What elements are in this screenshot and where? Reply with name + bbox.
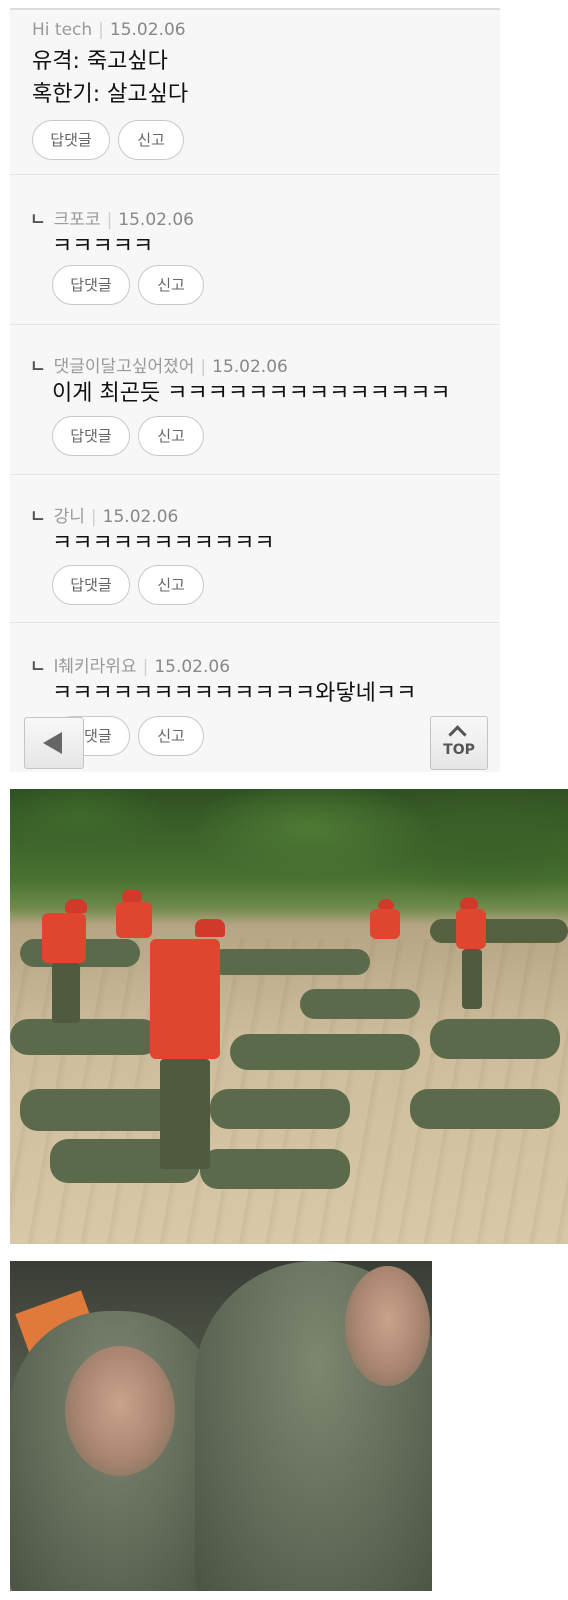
meta-divider: | (90, 507, 97, 527)
red-shirt (370, 909, 400, 939)
scroll-top-label: TOP (443, 742, 475, 758)
comment-meta: ㄴ 강니 | 15.02.06 (30, 502, 178, 527)
red-cap (378, 899, 394, 909)
red-shirt (456, 909, 486, 949)
comment-meta: ㄴ 댓글이달고싶어졌어 | 15.02.06 (30, 352, 288, 377)
comment-date: 15.02.06 (102, 507, 179, 527)
report-button[interactable]: 신고 (138, 565, 204, 605)
comment-author[interactable]: 강니 (54, 507, 85, 527)
comment-meta: Hi tech | 15.02.06 (32, 20, 186, 40)
standing-soldiers-row (430, 919, 568, 943)
training-field-photo (10, 789, 568, 1244)
report-button[interactable]: 신고 (138, 716, 204, 756)
camo-pants (160, 1059, 210, 1169)
comment-text: ㅋㅋㅋㅋㅋ (52, 234, 154, 259)
back-arrow-icon (43, 732, 62, 754)
comment-date: 15.02.06 (109, 20, 186, 40)
comment-thread: Hi tech | 15.02.06 유격: 죽고싶다 혹한기: 살고싶다 답댓글 … (10, 8, 500, 772)
comment-item: ㄴ 강니 | 15.02.06 ㅋㅋㅋㅋㅋㅋㅋㅋㅋㅋㅋ 답댓글 신고 (10, 475, 500, 623)
reply-indicator-icon: ㄴ (30, 657, 46, 677)
comment-author[interactable]: Hi tech (32, 20, 92, 40)
lying-soldier (210, 1089, 350, 1129)
reply-button[interactable]: 답댓글 (52, 416, 130, 456)
back-button[interactable] (24, 717, 84, 769)
red-cap (122, 889, 142, 902)
sleeping-bag-photo (10, 1261, 432, 1591)
lying-soldier (200, 1149, 350, 1189)
reply-indicator-icon: ㄴ (30, 210, 46, 230)
comment-text: ㅋㅋㅋㅋㅋㅋㅋㅋㅋㅋㅋㅋㅋ와닿네ㅋㅋ (52, 681, 417, 706)
lying-soldier (210, 949, 370, 975)
comment-date: 15.02.06 (118, 210, 194, 230)
lying-soldier (230, 1034, 420, 1070)
report-button[interactable]: 신고 (138, 265, 204, 305)
red-shirt (42, 913, 86, 963)
comment-text: 혹한기: 살고싶다 (32, 82, 189, 107)
comment-item: ㄴ 크포코 | 15.02.06 ㅋㅋㅋㅋㅋ 답댓글 신고 (10, 175, 500, 325)
meta-divider: | (200, 357, 207, 377)
red-cap (195, 919, 225, 937)
lying-soldier (10, 1019, 160, 1055)
comment-date: 15.02.06 (154, 657, 231, 677)
reply-button[interactable]: 답댓글 (52, 565, 130, 605)
comment-item: Hi tech | 15.02.06 유격: 죽고싶다 혹한기: 살고싶다 답댓글 … (10, 10, 500, 175)
comment-author[interactable]: 댓글이달고싶어졌어 (54, 357, 195, 377)
comment-text: 유격: 죽고싶다 (32, 49, 168, 74)
reply-indicator-icon: ㄴ (30, 507, 46, 527)
sleeping-face-left (65, 1346, 175, 1476)
sleeping-face-right (345, 1266, 430, 1386)
comment-author[interactable]: 크포코 (54, 210, 101, 230)
red-shirt (150, 939, 220, 1059)
report-button[interactable]: 신고 (118, 120, 184, 160)
meta-divider: | (106, 210, 113, 230)
reply-indicator-icon: ㄴ (30, 357, 46, 377)
reply-button[interactable]: 답댓글 (52, 265, 130, 305)
chevron-up-icon (448, 725, 467, 744)
red-cap (460, 897, 478, 909)
comment-text: 이게 최곤듯 ㅋㅋㅋㅋㅋㅋㅋㅋㅋㅋㅋㅋㅋㅋ (52, 381, 451, 406)
lying-soldier (430, 1019, 560, 1059)
meta-divider: | (142, 657, 149, 677)
comment-date: 15.02.06 (212, 357, 288, 377)
red-cap (65, 899, 87, 913)
comment-item: ㄴ 댓글이달고싶어졌어 | 15.02.06 이게 최곤듯 ㅋㅋㅋㅋㅋㅋㅋㅋㅋㅋㅋㅋㅋ… (10, 325, 500, 475)
camo-pants (462, 949, 482, 1009)
lying-soldier (300, 989, 420, 1019)
lying-soldier (410, 1089, 560, 1129)
red-shirt (116, 902, 152, 938)
comment-text: ㅋㅋㅋㅋㅋㅋㅋㅋㅋㅋㅋ (52, 531, 275, 556)
report-button[interactable]: 신고 (138, 416, 204, 456)
scroll-top-button[interactable]: TOP (430, 716, 488, 770)
camo-pants (52, 963, 80, 1023)
comment-author[interactable]: l췌키라위요 (54, 657, 137, 677)
meta-divider: | (98, 20, 104, 40)
comment-meta: ㄴ l췌키라위요 | 15.02.06 (30, 652, 230, 677)
comment-meta: ㄴ 크포코 | 15.02.06 (30, 205, 194, 230)
reply-button[interactable]: 답댓글 (32, 120, 110, 160)
